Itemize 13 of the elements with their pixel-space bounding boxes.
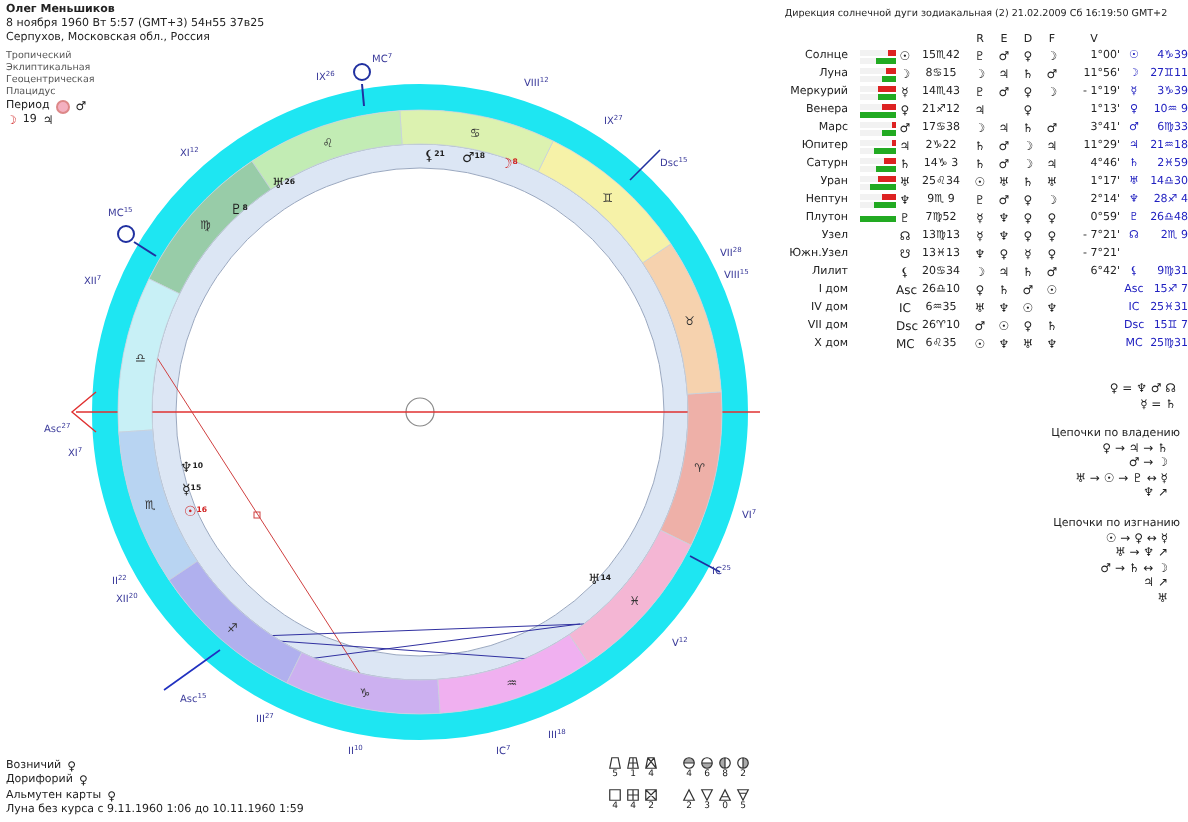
element-shape-icon xyxy=(736,788,750,803)
period-dot-icon xyxy=(55,99,70,114)
element-shape-icon xyxy=(608,788,622,803)
element-shape-icon xyxy=(682,755,696,770)
element-shape-icon xyxy=(608,755,622,770)
element-shape-icon xyxy=(718,788,732,803)
element-shape-icon xyxy=(644,755,658,770)
element-shape-icon xyxy=(626,788,640,803)
element-shape-icon xyxy=(626,755,640,770)
element-shape-icon xyxy=(718,755,732,770)
element-shape-icon xyxy=(700,755,714,770)
element-shape-icon xyxy=(644,788,658,803)
element-shape-icon xyxy=(736,755,750,770)
